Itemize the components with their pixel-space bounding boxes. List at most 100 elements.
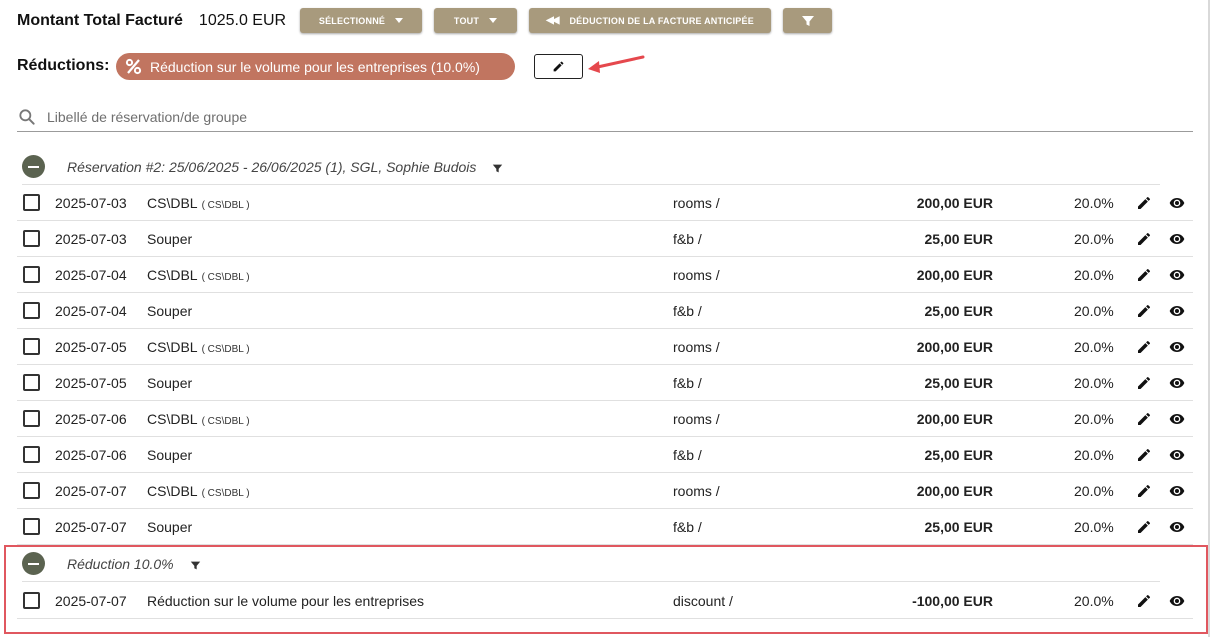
row-checkbox[interactable] — [23, 302, 40, 319]
table-row: 2025-07-07 Souper f&b / 25,00 EUR 20.0% — [17, 509, 1193, 545]
row-description: CS\DBL( CS\DBL ) — [147, 267, 250, 283]
edit-row-button[interactable] — [1136, 195, 1152, 211]
edit-row-button[interactable] — [1136, 447, 1152, 463]
row-checkbox[interactable] — [23, 266, 40, 283]
collapse-icon[interactable] — [22, 155, 45, 178]
pencil-icon — [1138, 376, 1151, 389]
row-checkbox[interactable] — [23, 230, 40, 247]
row-checkbox[interactable] — [23, 194, 40, 211]
edit-row-button[interactable] — [1136, 339, 1152, 355]
row-type: f&b / — [673, 302, 702, 319]
pencil-icon — [1138, 520, 1151, 533]
row-amount: 200,00 EUR — [916, 338, 993, 355]
row-description: Souper — [147, 519, 192, 535]
row-amount: 200,00 EUR — [916, 482, 993, 499]
view-row-button[interactable] — [1168, 231, 1186, 247]
row-description: CS\DBL( CS\DBL ) — [147, 195, 250, 211]
eye-icon — [1169, 198, 1185, 208]
row-description-text: CS\DBL — [147, 482, 198, 499]
eye-icon — [1169, 270, 1185, 280]
table-row: 2025-07-04 Souper f&b / 25,00 EUR 20.0% — [17, 293, 1193, 329]
row-type: rooms / — [673, 194, 720, 211]
row-date: 2025-07-03 — [55, 230, 127, 247]
row-description: Souper — [147, 375, 192, 391]
filter-icon[interactable] — [492, 163, 503, 174]
view-row-button[interactable] — [1168, 447, 1186, 463]
view-row-button[interactable] — [1168, 375, 1186, 391]
row-amount: 200,00 EUR — [916, 410, 993, 427]
row-amount: 25,00 EUR — [924, 446, 993, 463]
edit-row-button[interactable] — [1136, 519, 1152, 535]
pencil-icon — [1138, 412, 1151, 425]
row-checkbox[interactable] — [23, 374, 40, 391]
row-date: 2025-07-03 — [55, 194, 127, 211]
view-row-button[interactable] — [1168, 267, 1186, 283]
edit-reductions-button[interactable] — [534, 54, 583, 79]
edit-row-button[interactable] — [1136, 303, 1152, 319]
row-description-text: Souper — [147, 446, 193, 463]
pencil-icon — [553, 61, 564, 72]
pencil-icon — [1138, 268, 1151, 281]
edit-row-button[interactable] — [1136, 411, 1152, 427]
view-row-button[interactable] — [1168, 483, 1186, 499]
edit-row-button[interactable] — [1136, 231, 1152, 247]
edit-row-button[interactable] — [1136, 483, 1152, 499]
page-title: Montant Total Facturé — [17, 12, 183, 29]
row-code: ( CS\DBL ) — [201, 415, 250, 427]
row-checkbox[interactable] — [23, 338, 40, 355]
filter-button[interactable] — [783, 8, 832, 33]
search-bar[interactable] — [17, 102, 1193, 132]
row-checkbox[interactable] — [23, 518, 40, 535]
advance-deduction-button[interactable]: ◀◀ DÉDUCTION DE LA FACTURE ANTICIPÉE — [529, 8, 771, 33]
group-header-reservation: Réservation #2: 25/06/2025 - 26/06/2025 … — [22, 149, 1160, 185]
all-button[interactable]: TOUT — [434, 8, 517, 33]
row-vat: 20.0% — [1074, 194, 1114, 211]
eye-icon — [1169, 342, 1185, 352]
view-row-button[interactable] — [1168, 339, 1186, 355]
eye-icon — [1169, 414, 1185, 424]
row-description-text: CS\DBL — [147, 194, 198, 211]
row-type: rooms / — [673, 410, 720, 427]
row-description: Souper — [147, 303, 192, 319]
view-row-button[interactable] — [1168, 195, 1186, 211]
eye-icon — [1169, 306, 1185, 316]
eye-icon — [1169, 486, 1185, 496]
selected-button-label: SÉLECTIONNÉ — [318, 15, 386, 26]
reduction-chip[interactable]: Réduction sur le volume pour les entrepr… — [116, 53, 515, 80]
row-description: Souper — [147, 231, 192, 247]
group-title: Réservation #2: 25/06/2025 - 26/06/2025 … — [67, 158, 477, 175]
row-checkbox[interactable] — [23, 446, 40, 463]
pencil-icon — [1138, 340, 1151, 353]
row-checkbox[interactable] — [23, 410, 40, 427]
filter-icon — [801, 15, 814, 26]
row-description: Souper — [147, 447, 192, 463]
row-type: rooms / — [673, 338, 720, 355]
selected-button[interactable]: SÉLECTIONNÉ — [300, 8, 422, 33]
row-vat: 20.0% — [1074, 338, 1114, 355]
pencil-icon — [1138, 196, 1151, 209]
total-amount: 1025.0 EUR — [198, 12, 287, 29]
row-type: f&b / — [673, 518, 702, 535]
table-row: 2025-07-04 CS\DBL( CS\DBL ) rooms / 200,00 … — [17, 257, 1193, 293]
row-type: f&b / — [673, 230, 702, 247]
search-input[interactable] — [47, 108, 647, 125]
view-row-button[interactable] — [1168, 303, 1186, 319]
row-checkbox[interactable] — [23, 482, 40, 499]
annotation-arrow — [588, 55, 645, 73]
row-type: rooms / — [673, 266, 720, 283]
row-vat: 20.0% — [1074, 230, 1114, 247]
edit-row-button[interactable] — [1136, 375, 1152, 391]
view-row-button[interactable] — [1168, 519, 1186, 535]
all-button-label: TOUT — [453, 15, 480, 26]
row-description-text: Souper — [147, 230, 193, 247]
edit-row-button[interactable] — [1136, 267, 1152, 283]
table-row: 2025-07-06 CS\DBL( CS\DBL ) rooms / 200,00 … — [17, 401, 1193, 437]
row-amount: 25,00 EUR — [924, 518, 993, 535]
table-row: 2025-07-07 CS\DBL( CS\DBL ) rooms / 200,00 … — [17, 473, 1193, 509]
row-date: 2025-07-06 — [55, 410, 127, 427]
row-description-text: Souper — [147, 518, 193, 535]
view-row-button[interactable] — [1168, 411, 1186, 427]
reductions-label: Réductions: — [17, 57, 110, 74]
row-description-text: CS\DBL — [147, 338, 198, 355]
row-date: 2025-07-04 — [55, 302, 127, 319]
